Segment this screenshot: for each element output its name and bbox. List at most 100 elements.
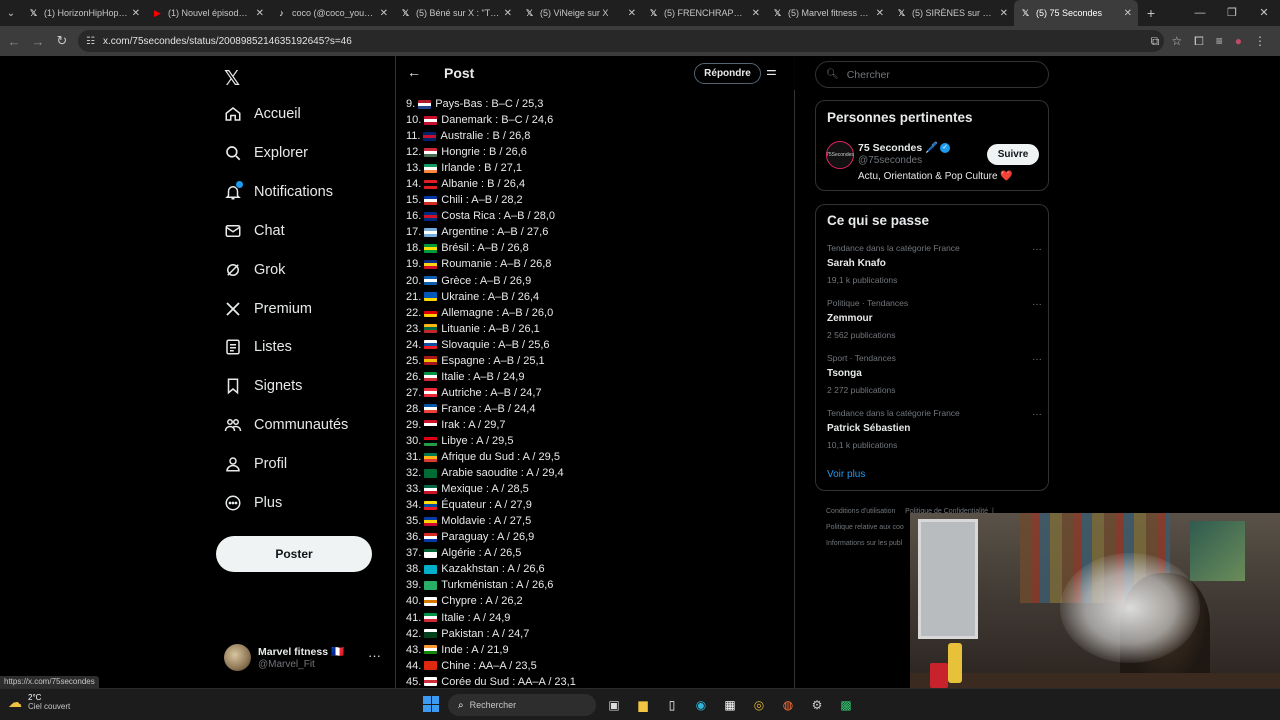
trend-item[interactable]: Sport · Tendances Tsonga 2 272 publicati… <box>827 353 1042 395</box>
url-field[interactable]: ☷ x.com/75secondes/status/20089852146351… <box>78 30 1164 52</box>
reply-button[interactable]: Répondre <box>694 63 761 84</box>
trend-item[interactable]: Tendance dans la catégorie France Sarah … <box>827 243 1042 285</box>
tab-close-icon[interactable]: ✕ <box>752 8 760 19</box>
edge-icon[interactable]: ◉ <box>691 695 711 715</box>
footer-link-terms[interactable]: Conditions d'utilisation <box>826 508 895 515</box>
footer-link-ads[interactable]: Informations sur les publ <box>826 540 902 547</box>
nav-item-listes[interactable]: Listes <box>216 332 292 362</box>
flag-icon <box>424 629 438 639</box>
browser-tab[interactable]: 𝕏 (5) FRENCHRAPUS sur ✕ <box>642 0 766 26</box>
poster-button[interactable]: Poster <box>216 536 372 572</box>
post-column: ← Post Répondre ⚌ 9. Pays-Bas : B–C / 25… <box>395 56 795 688</box>
tab-close-icon[interactable]: ✕ <box>1124 8 1132 19</box>
nav-item-communautes[interactable]: Communautés <box>216 410 348 440</box>
chrome-icon[interactable]: ◎ <box>749 695 769 715</box>
tab-close-icon[interactable]: ✕ <box>628 8 636 19</box>
nav-item-premium[interactable]: Premium <box>216 294 312 324</box>
nav-item-grok[interactable]: Grok <box>216 255 285 285</box>
tab-close-icon[interactable]: ✕ <box>132 8 140 19</box>
weather-widget[interactable]: ☁ 2°C Ciel couvert <box>8 693 70 711</box>
relevant-name[interactable]: 75 Secondes 🖊️ ✓ <box>858 141 951 154</box>
trend-more-icon[interactable]: ··· <box>1032 299 1042 310</box>
restore-icon[interactable]: ❐ <box>1216 0 1248 26</box>
browser-menu-icon[interactable]: ⋮ <box>1254 34 1266 48</box>
tab-search-chevron-icon[interactable]: ⌄ <box>0 0 22 26</box>
list-item: 14. Albanie : B / 26,4 <box>406 176 786 192</box>
nav-item-profil[interactable]: Profil <box>216 449 287 479</box>
profile-icon[interactable]: ● <box>1235 34 1242 48</box>
windows-start-icon[interactable] <box>423 696 439 712</box>
tab-close-icon[interactable]: ✕ <box>380 8 388 19</box>
firefox-icon[interactable]: ◍ <box>778 695 798 715</box>
flag-icon <box>424 243 438 253</box>
taskbar-search[interactable]: ⌕ Rechercher <box>448 694 596 716</box>
reload-icon[interactable]: ↻ <box>50 33 74 49</box>
list-item-text: Roumanie : A–B / 26,8 <box>441 258 552 271</box>
nav-item-explorer[interactable]: Explorer <box>216 138 308 168</box>
nav-item-signets[interactable]: Signets <box>216 371 302 401</box>
trend-more-icon[interactable]: ··· <box>1032 409 1042 420</box>
tab-label: (1) Nouvel épisode de <box>168 8 252 18</box>
account-switcher[interactable]: Marvel fitness 🇫🇷 @Marvel_Fit ··· <box>224 642 384 674</box>
trend-more-icon[interactable]: ··· <box>1032 354 1042 365</box>
browser-tab[interactable]: 𝕏 (5) SIRÈNES sur X : " ✕ <box>890 0 1014 26</box>
new-tab-button[interactable]: + <box>1138 5 1164 21</box>
app-icon[interactable]: ▩ <box>836 695 856 715</box>
footer-link-cookies[interactable]: Politique relative aux coo <box>826 524 904 531</box>
list-item: 12. Hongrie : B / 26,6 <box>406 144 786 160</box>
store-icon[interactable]: ▦ <box>720 695 740 715</box>
browser-tab[interactable]: 𝕏 (5) 75 Secondes ✕ <box>1014 0 1138 26</box>
follow-button[interactable]: Suivre <box>987 144 1039 165</box>
forward-arrow-icon[interactable]: → <box>26 34 50 49</box>
nav-item-plus[interactable]: Plus <box>216 488 282 518</box>
tab-close-icon[interactable]: ✕ <box>876 8 884 19</box>
account-more-icon[interactable]: ··· <box>368 648 381 663</box>
bookmark-star-icon[interactable]: ☆ <box>1171 34 1182 48</box>
trend-item[interactable]: Tendance dans la catégorie France Patric… <box>827 408 1042 450</box>
close-window-icon[interactable]: ✕ <box>1248 0 1280 26</box>
list-item-text: Pakistan : A / 24,7 <box>441 627 530 640</box>
list-item: 28. France : A–B / 24,4 <box>406 401 786 417</box>
list-item-number: 44. <box>406 659 422 672</box>
list-item-text: Slovaquie : A–B / 25,6 <box>441 338 550 351</box>
back-arrow-icon[interactable]: ← <box>2 34 26 49</box>
browser-tab[interactable]: ♪ coco (@coco_yourbabe) ✕ <box>270 0 394 26</box>
nav-item-chat[interactable]: Chat <box>216 216 285 246</box>
extensions-icon[interactable]: ⧠ <box>1194 34 1204 49</box>
sliders-icon[interactable]: ⚌ <box>766 64 777 78</box>
browser-tab[interactable]: 𝕏 (1) HorizonHipHop sur X ✕ <box>22 0 146 26</box>
trend-more-icon[interactable]: ··· <box>1032 244 1042 255</box>
search-box[interactable]: 🔍︎ <box>815 61 1049 88</box>
install-app-icon[interactable]: ⧉ <box>1151 34 1160 49</box>
search-input[interactable] <box>846 68 1027 81</box>
list-item-number: 25. <box>406 354 422 367</box>
relevant-avatar[interactable]: 75Secondes <box>826 141 854 169</box>
webcam-bottle <box>948 643 962 683</box>
minimize-icon[interactable]: — <box>1184 0 1216 26</box>
x-logo-icon[interactable]: 𝕏 <box>224 66 240 91</box>
nav-item-accueil[interactable]: Accueil <box>216 99 301 129</box>
tab-close-icon[interactable]: ✕ <box>256 8 264 19</box>
settings-icon[interactable]: ⚙ <box>807 695 827 715</box>
browser-tab[interactable]: ▶ (1) Nouvel épisode de ✕ <box>146 0 270 26</box>
file-explorer-icon[interactable]: ▆ <box>633 695 653 715</box>
browser-tab[interactable]: 𝕏 (5) ViNeige sur X ✕ <box>518 0 642 26</box>
site-settings-icon[interactable]: ☷ <box>86 36 95 47</box>
back-arrow-icon[interactable]: ← <box>407 64 421 80</box>
notepad-icon[interactable]: ▯ <box>662 695 682 715</box>
list-item: 16. Costa Rica : A–B / 28,0 <box>406 208 786 224</box>
nav-item-notifications[interactable]: Notifications <box>216 177 333 207</box>
nav-item-label: Explorer <box>254 144 308 161</box>
media-controls-icon[interactable]: ≡ <box>1216 34 1223 48</box>
see-more-link[interactable]: Voir plus <box>827 469 865 480</box>
nav-item-label: Plus <box>254 495 283 511</box>
flag-icon <box>424 580 438 590</box>
tab-close-icon[interactable]: ✕ <box>504 8 512 19</box>
flag-icon <box>424 532 438 542</box>
task-view-icon[interactable]: ▣ <box>604 695 624 715</box>
browser-tab[interactable]: 𝕏 (5) Béné sur X : "TKT ✕ <box>394 0 518 26</box>
tab-close-icon[interactable]: ✕ <box>1000 8 1008 19</box>
tab-label: (5) FRENCHRAPUS sur <box>664 8 748 18</box>
trend-item[interactable]: Politique · Tendances Zemmour 2 562 publ… <box>827 298 1042 340</box>
browser-tab[interactable]: 𝕏 (5) Marvel fitness sur ✕ <box>766 0 890 26</box>
